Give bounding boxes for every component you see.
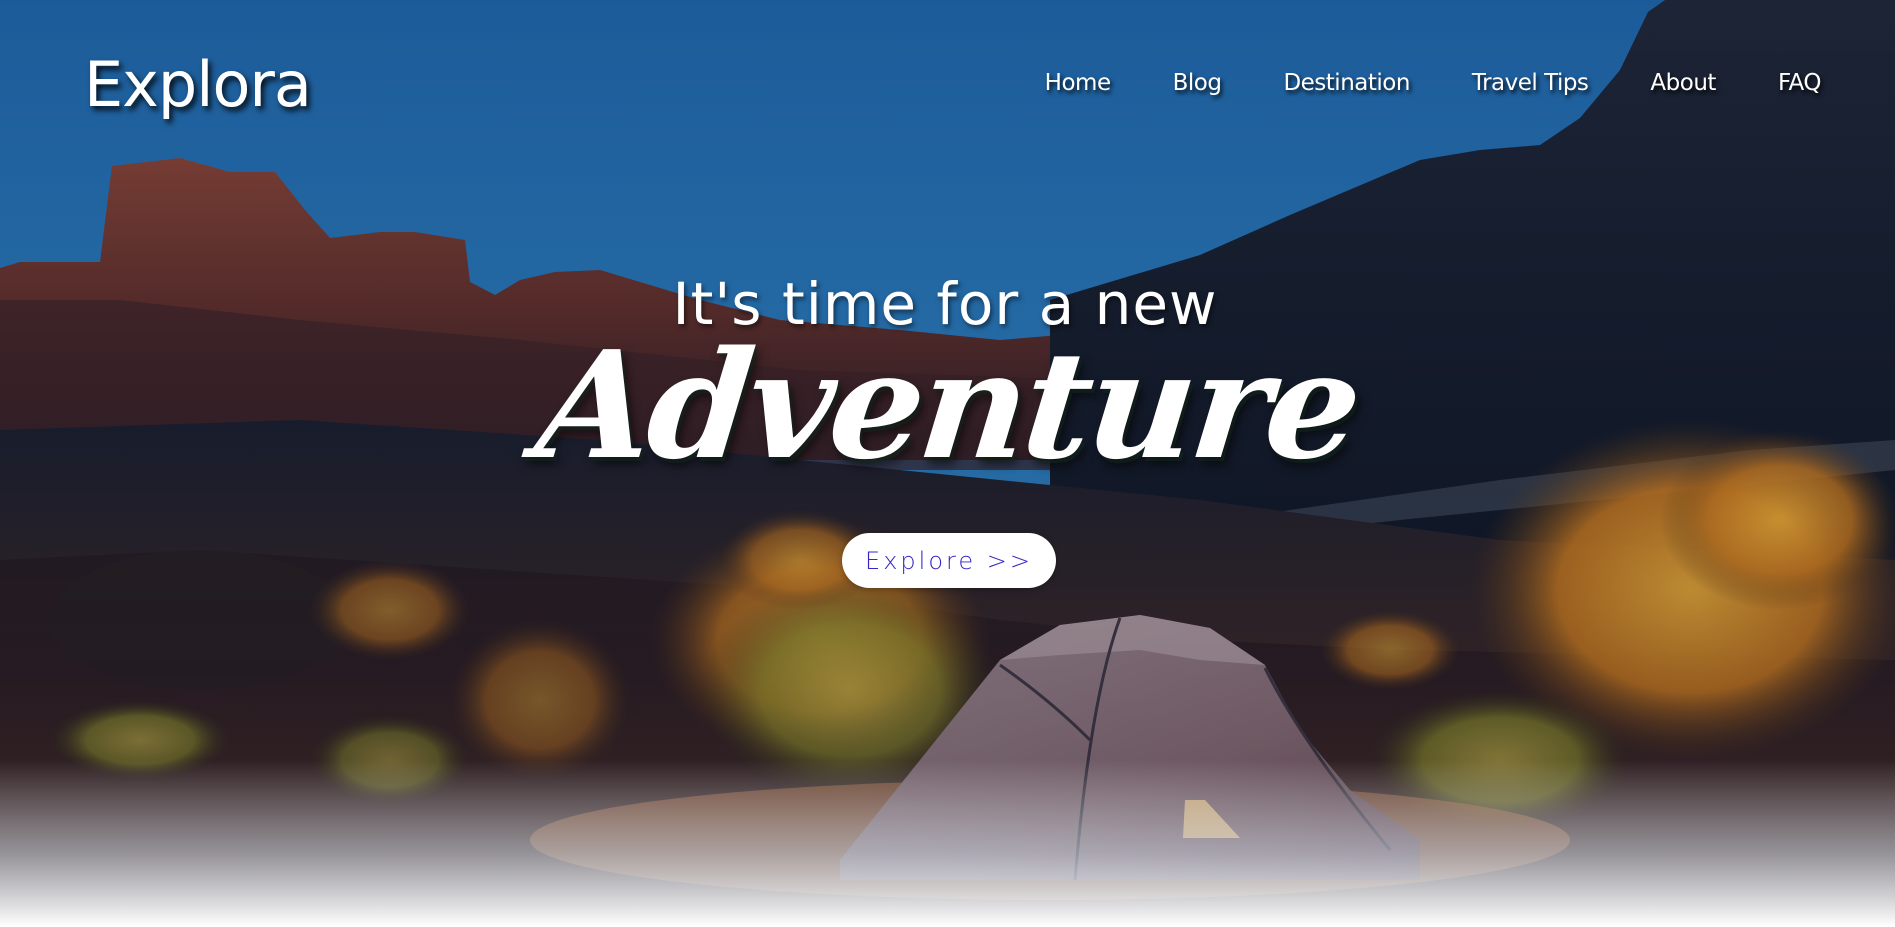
nav-item-about[interactable]: About bbox=[1650, 70, 1716, 96]
nav-item-destination[interactable]: Destination bbox=[1283, 70, 1410, 96]
nav-item-blog[interactable]: Blog bbox=[1173, 70, 1222, 96]
nav-item-home[interactable]: Home bbox=[1045, 70, 1111, 96]
hero-section: Explora Home Blog Destination Travel Tip… bbox=[0, 0, 1895, 927]
brand-logo[interactable]: Explora bbox=[84, 48, 312, 121]
nav-item-travel-tips[interactable]: Travel Tips bbox=[1472, 70, 1589, 96]
explore-button[interactable]: Explore >> bbox=[842, 533, 1056, 588]
top-navbar: Explora Home Blog Destination Travel Tip… bbox=[0, 0, 1895, 170]
nav-item-faq[interactable]: FAQ bbox=[1778, 70, 1822, 96]
hero-title: Adventure bbox=[529, 318, 1366, 492]
main-nav: Home Blog Destination Travel Tips About … bbox=[983, 70, 1822, 96]
